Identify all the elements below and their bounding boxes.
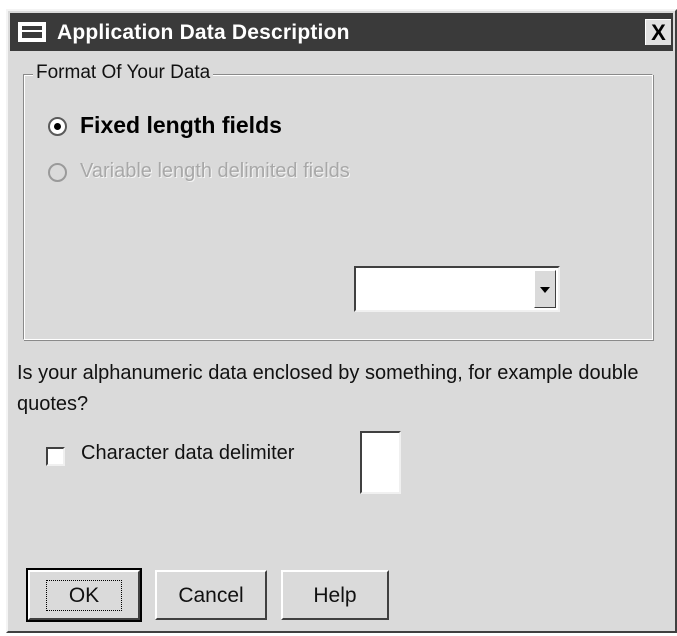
help-button[interactable]: Help bbox=[281, 570, 389, 620]
ok-button-label: OK bbox=[45, 580, 123, 611]
fixed-length-radio[interactable] bbox=[48, 117, 67, 136]
window-title: Application Data Description bbox=[57, 21, 350, 44]
delimiter-question: Is your alphanumeric data enclosed by so… bbox=[17, 362, 639, 415]
cancel-button[interactable]: Cancel bbox=[155, 570, 267, 620]
delimiter-combo-box[interactable] bbox=[354, 266, 560, 312]
format-group-legend: Format Of Your Data bbox=[33, 62, 214, 84]
chevron-down-icon[interactable] bbox=[534, 270, 556, 308]
fixed-length-label[interactable]: Fixed length fields bbox=[80, 112, 282, 139]
character-delimiter-label[interactable]: Character data delimiter bbox=[81, 442, 294, 465]
close-icon[interactable]: X bbox=[645, 19, 671, 45]
window-menu-icon[interactable] bbox=[18, 22, 46, 42]
title-bar[interactable]: Application Data Description X bbox=[10, 13, 673, 51]
character-delimiter-checkbox[interactable] bbox=[46, 447, 65, 466]
ok-button[interactable]: OK bbox=[26, 568, 142, 622]
variable-length-radio bbox=[48, 163, 67, 182]
character-delimiter-input[interactable] bbox=[360, 431, 401, 494]
variable-length-label: Variable length delimited fields bbox=[80, 160, 350, 182]
